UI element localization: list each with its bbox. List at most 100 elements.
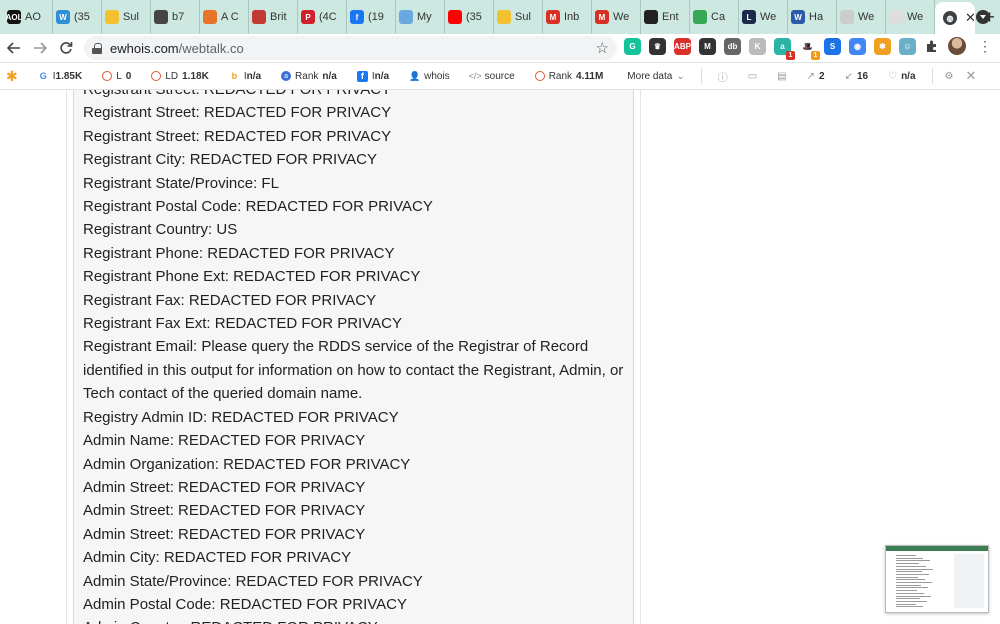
seoquake-logo-icon[interactable]: ✱	[0, 68, 28, 85]
tab-favicon-icon	[497, 10, 511, 24]
tab-item[interactable]: W Ha	[788, 0, 837, 34]
internal-links-item[interactable]: ↙ 16	[835, 71, 879, 82]
tab-item[interactable]: P (4C	[298, 0, 347, 34]
whois-line: Admin Organization: REDACTED FOR PRIVACY	[83, 455, 411, 473]
tab-item[interactable]: Sul	[102, 0, 151, 34]
tab-active-ewhois[interactable]: ◍ ✕	[935, 2, 976, 34]
forward-arrow-icon[interactable]	[28, 36, 52, 60]
medium-icon[interactable]: M	[699, 38, 716, 55]
tab-item[interactable]: W (35	[53, 0, 102, 34]
tab-favicon-icon: f	[350, 10, 364, 24]
whois-line: Admin State/Province: REDACTED FOR PRIVA…	[83, 572, 423, 590]
tab-item[interactable]: Ca	[690, 0, 739, 34]
more-data-dropdown[interactable]: More data ⌄	[613, 71, 694, 82]
close-tab-icon[interactable]: ✕	[965, 10, 975, 26]
screenshot-thumbnail[interactable]	[885, 545, 989, 613]
semrush-ld-icon	[151, 71, 162, 81]
gear-icon[interactable]: ⚙	[939, 71, 960, 82]
thumbnail-line	[896, 563, 919, 565]
close-icon[interactable]: ✕	[959, 68, 982, 84]
google-icon: G	[39, 71, 47, 81]
seoquake-icon[interactable]: ✱	[874, 38, 891, 55]
reload-icon[interactable]	[54, 36, 78, 60]
heart-item[interactable]: ♡ n/a	[878, 71, 925, 82]
tab-title: Ha	[809, 11, 824, 23]
thumbnail-line	[896, 565, 926, 567]
whois-line: Registrant Phone: REDACTED FOR PRIVACY	[83, 244, 395, 262]
profile-avatar[interactable]	[948, 37, 966, 55]
source-link[interactable]: </> source	[460, 71, 525, 82]
info-icon[interactable]: ⓘ	[708, 69, 738, 84]
browser-toolbar: ewhois.com/webtalk.co ☆ G ♛ ABP Mdb Ka 1 🎩 1 S ◉ ✱…	[0, 34, 1000, 62]
whois-link[interactable]: 👤 whois	[399, 71, 460, 82]
grammarly-icon[interactable]: G	[624, 38, 641, 55]
star-icon[interactable]: ☆	[596, 39, 609, 57]
tab-search-icon[interactable]	[976, 10, 990, 24]
tab-item[interactable]: My	[396, 0, 445, 34]
tab-item[interactable]: L We	[739, 0, 788, 34]
url-text[interactable]: ewhois.com/webtalk.co	[110, 41, 244, 56]
tab-favicon-icon	[448, 10, 462, 24]
tab-item[interactable]: A C	[200, 0, 249, 34]
whois-line: Admin Street: REDACTED FOR PRIVACY	[83, 478, 366, 496]
tab-item[interactable]: f (19	[347, 0, 396, 34]
extension-db-icon[interactable]: db	[724, 38, 741, 55]
whois-line: Registry Admin ID: REDACTED FOR PRIVACY	[83, 408, 399, 426]
tab-item[interactable]: Brit	[249, 0, 298, 34]
lock-icon[interactable]	[92, 42, 102, 54]
thumbnail-line	[896, 557, 923, 559]
address-bar[interactable]: ewhois.com/webtalk.co ☆	[84, 36, 617, 60]
extension-glyph: 🎩	[802, 42, 813, 51]
bing-index-item[interactable]: b In/a	[219, 71, 271, 82]
bing-index-value: In/a	[243, 70, 262, 82]
extension-crown-icon[interactable]: ♛	[649, 38, 666, 55]
extension-glyph: ✱	[879, 42, 886, 51]
google-index-item[interactable]: G I1.85K	[28, 71, 92, 82]
person-icon: 👤	[408, 70, 421, 81]
tab-item[interactable]: Ent	[641, 0, 690, 34]
rank-item[interactable]: a Rank n/a	[271, 71, 347, 82]
semrush-l-label: L	[116, 70, 122, 82]
thumbnail-sidebar	[954, 554, 984, 608]
page-icon[interactable]: ▤	[767, 71, 796, 82]
back-arrow-icon[interactable]	[2, 36, 26, 60]
tab-favicon-icon	[889, 10, 903, 24]
external-links-item[interactable]: ↗ 2	[797, 71, 835, 82]
tab-favicon-icon	[840, 10, 854, 24]
rank2-item[interactable]: Rank 4.11M	[525, 71, 614, 82]
extensions-row: G ♛ ABP Mdb Ka 1 🎩 1 S ◉ ✱ ☺	[624, 38, 916, 60]
thumbnail-header	[886, 546, 988, 551]
tab-favicon-icon	[693, 10, 707, 24]
extension-a-icon[interactable]: a1	[774, 38, 795, 60]
tab-item[interactable]: M Inb	[543, 0, 592, 34]
menu-kebab-icon[interactable]: ⋮	[978, 38, 992, 55]
whois-line: Admin Street: REDACTED FOR PRIVACY	[83, 525, 366, 543]
tab-title: AO	[25, 11, 41, 23]
tab-item[interactable]: AOL AO	[4, 0, 53, 34]
extension-circle-icon[interactable]: ◉	[849, 38, 866, 55]
adblock-plus-icon[interactable]: ABP	[674, 38, 691, 55]
tab-item[interactable]: We	[886, 0, 935, 34]
tab-favicon-icon	[105, 10, 119, 24]
tab-item[interactable]: b7	[151, 0, 200, 34]
monitor-icon[interactable]: ▭	[738, 71, 767, 82]
tab-item[interactable]: Sul	[494, 0, 543, 34]
semrush-ld-label: LD	[165, 70, 179, 82]
semrush-l-item[interactable]: L0	[92, 71, 141, 82]
tab-title: b7	[172, 11, 185, 23]
tab-list: AOL AO W (35 Sul b7 A C Brit P (4C f (19 My (35 Sul M In…	[4, 0, 935, 34]
tab-item[interactable]: We	[837, 0, 886, 34]
extensions-icon[interactable]	[925, 39, 939, 58]
thumbnail-line	[896, 592, 924, 594]
facebook-item[interactable]: f In/a	[347, 70, 399, 82]
extension-hat-icon[interactable]: 🎩 1	[799, 38, 820, 60]
tab-item[interactable]: M We	[592, 0, 641, 34]
semrush-ld-item[interactable]: LD 1.18K	[141, 71, 218, 82]
extension-face-icon[interactable]: ☺	[899, 38, 916, 55]
tab-title: Sul	[123, 11, 139, 23]
extension-s-icon[interactable]: S	[824, 38, 841, 55]
tab-item[interactable]: (35	[445, 0, 494, 34]
whois-line: Registrant City: REDACTED FOR PRIVACY	[83, 151, 377, 169]
tab-title: We	[858, 11, 875, 23]
extension-k-icon[interactable]: K	[749, 38, 766, 55]
